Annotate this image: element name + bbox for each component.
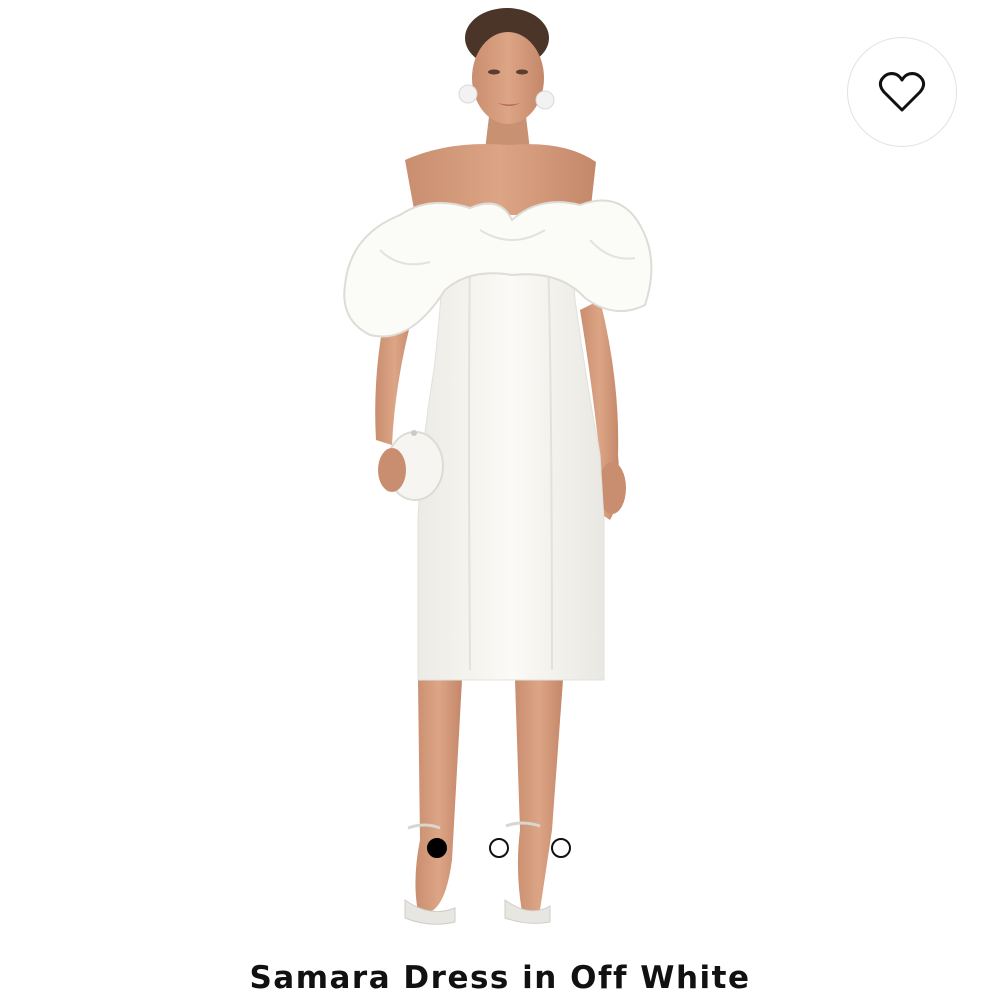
- product-title: Samara Dress in Off White: [249, 960, 751, 996]
- wishlist-button[interactable]: [847, 37, 957, 147]
- product-image[interactable]: [0, 0, 1000, 950]
- product-page: Samara Dress in Off White: [0, 0, 1000, 1000]
- carousel-dot-2[interactable]: [489, 838, 509, 858]
- carousel-indicators: [427, 837, 571, 859]
- carousel-dot-1[interactable]: [427, 838, 447, 858]
- model-illustration: [343, 8, 653, 925]
- carousel-dot-3[interactable]: [551, 838, 571, 858]
- heart-outline-icon: [878, 72, 926, 112]
